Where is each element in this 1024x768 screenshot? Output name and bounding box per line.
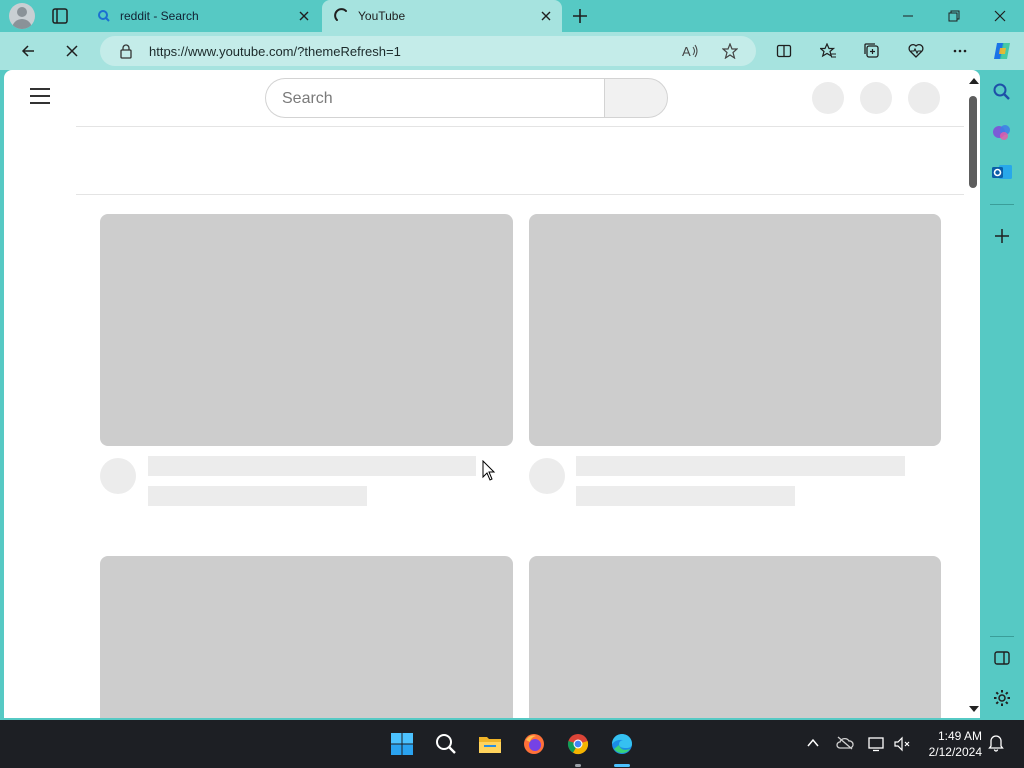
guide-menu-icon[interactable] xyxy=(30,88,50,104)
search-button[interactable] xyxy=(604,78,668,118)
taskbar: 1:49 AM 2/12/2024 xyxy=(0,720,1024,768)
site-info-icon[interactable] xyxy=(118,43,134,64)
start-icon[interactable] xyxy=(390,732,414,756)
address-bar[interactable]: https://www.youtube.com/?themeRefresh=1 … xyxy=(100,36,756,66)
more-icon[interactable] xyxy=(946,37,974,65)
page-scrollbar[interactable] xyxy=(966,74,980,718)
close-tab-icon[interactable] xyxy=(296,8,312,24)
scroll-up-arrow-icon[interactable] xyxy=(969,78,979,84)
notification-bell-icon[interactable] xyxy=(988,734,1004,757)
search-icon[interactable] xyxy=(990,80,1014,104)
volume-muted-icon[interactable] xyxy=(894,736,912,757)
header-divider xyxy=(76,126,964,127)
system-clock[interactable]: 1:49 AM 2/12/2024 xyxy=(920,728,982,760)
channel-avatar-skeleton xyxy=(100,458,136,494)
browser-essentials-icon[interactable] xyxy=(902,37,930,65)
close-window-button[interactable] xyxy=(978,2,1022,30)
tab-title: reddit - Search xyxy=(120,9,199,23)
split-screen-icon[interactable] xyxy=(770,37,798,65)
display-icon[interactable] xyxy=(868,736,886,757)
video-title-skeleton xyxy=(576,456,905,476)
favorites-icon[interactable] xyxy=(814,37,842,65)
collections-icon[interactable] xyxy=(858,37,886,65)
close-tab-icon[interactable] xyxy=(538,8,554,24)
mouse-cursor-icon xyxy=(482,460,496,481)
scroll-thumb[interactable] xyxy=(969,96,977,188)
onedrive-icon[interactable] xyxy=(836,736,854,755)
active-app-indicator xyxy=(614,764,630,767)
svg-text:A: A xyxy=(682,44,691,59)
copilot-icon[interactable] xyxy=(990,120,1014,144)
stop-loading-icon[interactable] xyxy=(58,37,86,65)
page-viewport: Search xyxy=(4,70,980,718)
video-thumbnail-skeleton xyxy=(100,214,513,446)
video-thumbnail-skeleton xyxy=(100,556,513,718)
copilot-icon[interactable] xyxy=(988,37,1016,65)
settings-icon[interactable] xyxy=(990,686,1014,710)
video-title-skeleton xyxy=(148,456,476,476)
add-icon[interactable] xyxy=(990,224,1014,248)
video-thumbnail-skeleton xyxy=(529,556,941,718)
video-thumbnail-skeleton xyxy=(529,214,941,446)
scroll-down-arrow-icon[interactable] xyxy=(969,706,979,712)
address-text: https://www.youtube.com/?themeRefresh=1 xyxy=(149,44,401,59)
tab-actions-icon[interactable] xyxy=(48,4,72,28)
add-favorite-icon[interactable] xyxy=(721,42,739,64)
file-explorer-icon[interactable] xyxy=(478,732,502,756)
loading-spinner-icon xyxy=(334,8,350,24)
sidebar-divider xyxy=(990,636,1014,637)
search-icon xyxy=(96,8,112,24)
chrome-icon[interactable] xyxy=(566,732,590,756)
hide-sidebar-icon[interactable] xyxy=(990,646,1014,670)
profile-avatar[interactable] xyxy=(9,3,35,29)
search-input[interactable]: Search xyxy=(265,78,605,118)
channel-avatar-skeleton xyxy=(529,458,565,494)
header-button-skeleton xyxy=(908,82,940,114)
video-meta-skeleton xyxy=(148,486,367,506)
firefox-icon[interactable] xyxy=(522,732,546,756)
clock-time: 1:49 AM xyxy=(937,729,982,743)
header-button-skeleton xyxy=(812,82,844,114)
browser-toolbar: https://www.youtube.com/?themeRefresh=1 … xyxy=(0,32,1024,70)
clock-date: 2/12/2024 xyxy=(928,745,982,759)
tab-title: YouTube xyxy=(358,9,406,23)
running-indicator xyxy=(575,764,581,767)
search-placeholder: Search xyxy=(282,90,333,107)
video-meta-skeleton xyxy=(576,486,795,506)
search-icon[interactable] xyxy=(434,732,458,756)
tab-strip: reddit - Search YouTube xyxy=(0,0,1024,32)
edge-icon[interactable] xyxy=(610,732,634,756)
restore-button[interactable] xyxy=(932,2,976,30)
chips-divider xyxy=(76,194,964,195)
outlook-icon[interactable] xyxy=(990,160,1014,184)
minimize-button[interactable] xyxy=(886,2,930,30)
read-aloud-icon[interactable]: A xyxy=(682,43,700,64)
chevron-up-icon[interactable] xyxy=(806,736,820,755)
new-tab-icon[interactable] xyxy=(568,4,592,28)
tab-reddit-search[interactable]: reddit - Search xyxy=(84,0,320,32)
header-button-skeleton xyxy=(860,82,892,114)
tab-youtube[interactable]: YouTube xyxy=(322,0,562,32)
browser-sidebar xyxy=(980,70,1024,718)
back-icon[interactable] xyxy=(14,37,42,65)
sidebar-divider xyxy=(990,204,1014,205)
